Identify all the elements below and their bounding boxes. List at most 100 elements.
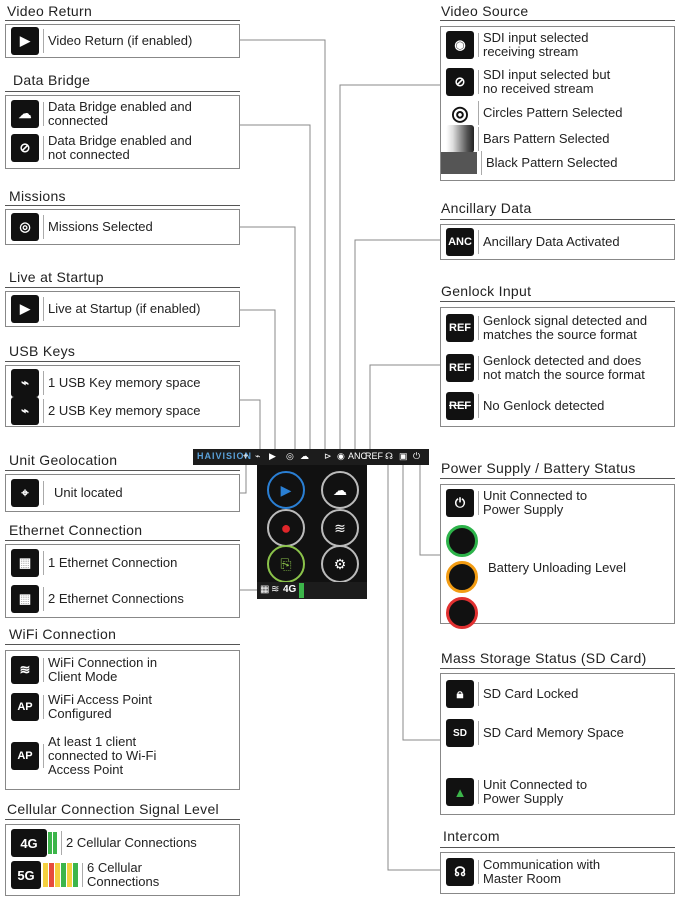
- legend-item: ⊘ SDI input selected but no received str…: [446, 68, 610, 96]
- plug-icon: ⏻: [413, 451, 421, 461]
- title-rule: [5, 819, 240, 820]
- battery-levels-icon: [446, 525, 478, 629]
- legend-label: Unit Connected to Power Supply: [483, 777, 588, 806]
- video-return-icon: ⊳: [324, 451, 332, 461]
- storage-title: Mass Storage Status (SD Card): [441, 650, 647, 666]
- circles-pattern-icon: ◎: [446, 99, 474, 127]
- legend-label: SDI input selected but no received strea…: [483, 67, 611, 96]
- signal-bar: [73, 863, 78, 887]
- title-rule: [440, 219, 675, 220]
- legend-label: SD Card Locked: [483, 686, 579, 701]
- battery-orange-icon: [446, 561, 478, 593]
- legend-item: ☁ Data Bridge enabled and connected: [11, 100, 192, 128]
- legend-item: REF No Genlock detected: [446, 392, 604, 420]
- play-button[interactable]: ▶: [267, 471, 305, 509]
- ethernet-double-icon: ▦: [11, 585, 39, 613]
- bars-pattern-icon: [446, 125, 474, 153]
- usb-icon: ⌁: [255, 451, 261, 461]
- ref-icon: REF: [446, 314, 474, 342]
- legend-item: REF Genlock detected and does not match …: [446, 354, 645, 382]
- signal-bar: [49, 863, 54, 887]
- anc-icon: ANC: [446, 228, 474, 256]
- legend-item: ◉ SDI input selected receiving stream: [446, 31, 589, 59]
- legend-item: Battery Unloading Level: [488, 561, 626, 575]
- legend-label: Black Pattern Selected: [486, 155, 618, 170]
- legend-label: 2 Cellular Connections: [66, 835, 197, 850]
- signal-bar: [43, 863, 48, 887]
- legend-item: SD SD Card Memory Space: [446, 719, 624, 747]
- cellular-5g-icon: 5G: [11, 861, 41, 889]
- video-return-icon: ▶: [11, 27, 39, 55]
- ref-none-icon: REF: [446, 392, 474, 420]
- legend-label: WiFi Access Point Configured: [48, 692, 153, 721]
- legend-item: ◎ Circles Pattern Selected: [446, 99, 622, 127]
- battery-red-icon: [446, 597, 478, 629]
- genlock-title: Genlock Input: [441, 283, 532, 299]
- video-return-button[interactable]: ⎘: [267, 545, 305, 583]
- live-startup-title: Live at Startup: [9, 269, 104, 285]
- sdi-receiving-icon: ◉: [337, 451, 345, 461]
- device-screen: HAIVISION ⌖ ⌁ ▶ ◎ ☁ ⊳ ◉ ANC REF ☊ ▣ ⏻ ▶ …: [193, 449, 429, 599]
- sd-memory-icon: ▣: [399, 451, 408, 461]
- data-bridge-box: ☁ Data Bridge enabled and connected ⊘ Da…: [5, 95, 240, 169]
- play-icon: ▶: [269, 451, 276, 461]
- sdi-receiving-icon: ◉: [446, 31, 474, 59]
- legend-label: Data Bridge enabled and connected: [48, 99, 192, 128]
- genlock-box: REF Genlock signal detected and matches …: [440, 307, 675, 427]
- legend-label: Genlock signal detected and matches the …: [483, 313, 648, 342]
- ethernet-icon: ▦: [260, 584, 270, 595]
- ancillary-box: ANC Ancillary Data Activated: [440, 224, 675, 260]
- cloud-icon: ☁: [11, 100, 39, 128]
- network-type-label: 4G: [283, 584, 297, 595]
- signal-bar: [67, 863, 72, 887]
- ethernet-icon: ▦: [11, 549, 39, 577]
- cellular-4g-icon: 4G: [11, 829, 47, 857]
- sd-memory-icon: SD: [446, 719, 474, 747]
- title-rule: [5, 205, 240, 206]
- legend-item: ☊ Communication with Master Room: [446, 858, 600, 886]
- location-icon: ⌖: [243, 451, 249, 461]
- settings-button[interactable]: ⚙: [321, 545, 359, 583]
- legend-label: 2 USB Key memory space: [48, 403, 201, 418]
- title-rule: [440, 20, 675, 21]
- signal-bar: [55, 863, 60, 887]
- wifi-title: WiFi Connection: [9, 626, 117, 642]
- status-footer-bar: ▦ ≋ 4G: [257, 582, 367, 599]
- record-button[interactable]: ●: [267, 509, 305, 547]
- wifi-button[interactable]: ≋: [321, 509, 359, 547]
- title-rule: [440, 668, 675, 669]
- geolocation-title: Unit Geolocation: [9, 452, 118, 468]
- legend-label: Video Return (if enabled): [48, 33, 193, 48]
- data-bridge-button[interactable]: ☁: [321, 471, 359, 509]
- legend-label: 1 Ethernet Connection: [48, 555, 178, 570]
- legend-label: Ancillary Data Activated: [483, 234, 620, 249]
- cloud-off-icon: ⊘: [11, 134, 39, 162]
- legend-label: Bars Pattern Selected: [483, 131, 610, 146]
- title-rule: [5, 287, 240, 288]
- video-return-box: ▶ Video Return (if enabled): [5, 24, 240, 58]
- usb-double-icon: ⌁: [11, 397, 39, 425]
- legend-label: Communication with Master Room: [483, 857, 601, 886]
- legend-label: Circles Pattern Selected: [483, 105, 623, 120]
- cloud-icon: ☁: [300, 451, 309, 461]
- legend-label: Missions Selected: [48, 219, 153, 234]
- legend-label: No Genlock detected: [483, 398, 605, 413]
- usb-keys-title: USB Keys: [9, 343, 76, 359]
- status-header-bar: HAIVISION ⌖ ⌁ ▶ ◎ ☁ ⊳ ◉ ANC REF ☊ ▣ ⏻: [193, 449, 429, 465]
- intercom-box: ☊ Communication with Master Room: [440, 852, 675, 894]
- legend-item: Bars Pattern Selected: [446, 125, 609, 153]
- sdi-no-stream-icon: ⊘: [446, 68, 474, 96]
- power-box: ⏻ Unit Connected to Power Supply Battery…: [440, 484, 675, 629]
- legend-item: ⌖ Unit located: [11, 479, 123, 507]
- legend-label: Battery Unloading Level: [488, 560, 627, 575]
- storage-box: 🔒︎ SD Card Locked SD SD Card Memory Spac…: [440, 673, 675, 815]
- title-rule: [440, 478, 675, 479]
- location-icon: ⌖: [11, 479, 39, 507]
- legend-item: ▦ 1 Ethernet Connection: [11, 549, 177, 577]
- signal-bar: [299, 583, 304, 598]
- legend-item: ▦ 2 Ethernet Connections: [11, 585, 184, 613]
- legend-item: ANC Ancillary Data Activated: [446, 228, 620, 256]
- legend-item: ⊘ Data Bridge enabled and not connected: [11, 134, 192, 162]
- title-rule: [5, 361, 240, 362]
- wifi-ap-client-icon: AP: [11, 742, 39, 770]
